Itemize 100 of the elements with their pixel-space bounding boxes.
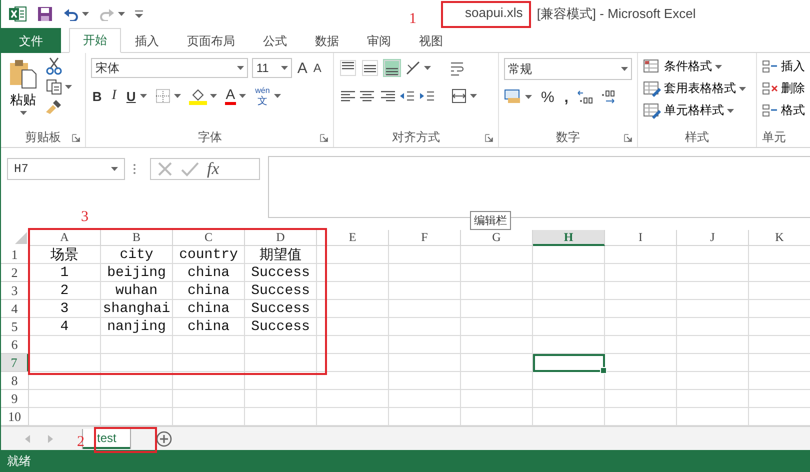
insert-function-button[interactable]: fx	[207, 159, 220, 179]
font-name-dropdown[interactable]: 宋体	[91, 58, 248, 78]
annotation-box	[94, 427, 157, 453]
column-header[interactable]: C	[173, 230, 245, 246]
scissors-icon[interactable]	[46, 57, 62, 75]
group-label: 字体	[198, 128, 222, 146]
column-header[interactable]: K	[749, 230, 810, 246]
copy-icon[interactable]	[46, 79, 62, 95]
undo-icon[interactable]	[63, 7, 79, 21]
styles-menu-button[interactable]: 单元格样式	[642, 101, 724, 120]
caret-icon	[620, 67, 628, 71]
orientation-icon[interactable]	[405, 60, 422, 76]
customize-icon[interactable]	[135, 10, 143, 18]
phonetic-button[interactable]: wén 文	[254, 85, 271, 107]
excel-logo-icon[interactable]	[9, 6, 27, 22]
percent-button[interactable]: %	[540, 88, 556, 106]
number-format-dropdown[interactable]: 常规	[504, 58, 632, 80]
bold-button[interactable]: B	[91, 88, 103, 104]
table-cell: 3	[29, 300, 101, 318]
ribbon-tab[interactable]: 开始	[69, 28, 121, 53]
table-cell	[461, 336, 533, 354]
selected-cell[interactable]	[533, 354, 605, 372]
dialog-launcher-icon[interactable]	[320, 134, 328, 142]
table-cell: city	[101, 246, 173, 264]
table-style-icon	[642, 58, 661, 74]
file-name: soapui.xls	[465, 5, 523, 22]
file-tab[interactable]: 文件	[1, 28, 61, 53]
format-painter-icon[interactable]	[46, 99, 62, 115]
styles-menu-button[interactable]: 套用表格格式	[642, 79, 736, 98]
add-sheet-icon[interactable]	[156, 430, 172, 446]
caret-icon	[210, 94, 217, 98]
ribbon-tab[interactable]: 审阅	[353, 28, 405, 53]
fill-handle[interactable]	[600, 367, 607, 374]
column-header[interactable]: I	[605, 230, 677, 246]
italic-button[interactable]: I	[110, 87, 118, 105]
currency-icon[interactable]	[504, 89, 522, 105]
row-header[interactable]: 9	[1, 390, 29, 408]
align-icon[interactable]	[379, 88, 396, 104]
column-header[interactable]: A	[29, 230, 101, 246]
vertical-align-button[interactable]	[383, 59, 402, 77]
name-box[interactable]: H7	[7, 158, 125, 180]
merge-cells-icon[interactable]	[451, 88, 468, 104]
column-header[interactable]: H	[533, 230, 605, 246]
caret-icon	[738, 86, 746, 90]
ribbon-tab[interactable]: 插入	[121, 28, 173, 53]
ribbon-tab[interactable]: 视图	[405, 28, 457, 53]
table-cell: Success	[245, 300, 317, 318]
table-cell	[101, 336, 173, 354]
cells-menu-button[interactable]: 删除	[762, 79, 805, 98]
vertical-align-button[interactable]	[361, 59, 380, 77]
dialog-launcher-icon[interactable]	[72, 134, 80, 142]
sheet-tab[interactable]: test	[83, 428, 130, 448]
paste-button[interactable]: 粘贴	[6, 57, 40, 127]
shrink-font-button[interactable]: A	[312, 60, 322, 76]
grow-font-button[interactable]: A	[296, 58, 308, 78]
ribbon-tab[interactable]: 数据	[301, 28, 353, 53]
column-header[interactable]: J	[677, 230, 749, 246]
underline-button[interactable]: U	[125, 88, 137, 104]
column-header[interactable]: E	[317, 230, 389, 246]
row-header[interactable]: 8	[1, 372, 29, 390]
ribbon-tab[interactable]: 公式	[249, 28, 301, 53]
ribbon-tab[interactable]: 页面布局	[173, 28, 249, 53]
table-cell: 期望值	[245, 246, 317, 264]
decrease-decimal-icon[interactable]	[601, 89, 618, 105]
align-icon[interactable]	[339, 88, 356, 104]
table-cell: 场景	[29, 246, 101, 264]
table-cell: china	[173, 282, 245, 300]
table-cell	[389, 246, 461, 264]
cells-menu-button[interactable]: 插入	[762, 57, 805, 76]
row-header[interactable]: 1	[1, 246, 29, 264]
table-cell	[245, 336, 317, 354]
table-cell	[317, 336, 389, 354]
column-header[interactable]: D	[245, 230, 317, 246]
font-color-button[interactable]: A	[224, 87, 236, 105]
increase-decimal-icon[interactable]	[577, 89, 594, 105]
cells-menu-button[interactable]: 格式	[762, 101, 805, 120]
column-header[interactable]: F	[389, 230, 461, 246]
wrap-text-icon[interactable]	[449, 60, 466, 76]
borders-icon[interactable]	[154, 88, 171, 104]
table-cell	[389, 372, 461, 390]
font-size-dropdown[interactable]: 11	[252, 58, 292, 78]
align-icon[interactable]	[359, 88, 376, 104]
table-cell: nanjing	[101, 318, 173, 336]
styles-menu-button[interactable]: 条件格式	[642, 57, 712, 76]
column-header[interactable]: B	[101, 230, 173, 246]
dialog-launcher-icon[interactable]	[484, 134, 493, 142]
dialog-launcher-icon[interactable]	[624, 134, 632, 142]
fill-color-icon[interactable]	[188, 88, 207, 104]
clipboard-icon	[8, 59, 38, 89]
table-cell: country	[173, 246, 245, 264]
window-title: [兼容模式] - Microsoft Excel	[536, 5, 696, 23]
row-header[interactable]: 10	[1, 408, 29, 426]
column-header[interactable]: G	[461, 230, 533, 246]
row-header[interactable]: 7	[1, 354, 29, 372]
table-cell: 2	[29, 282, 101, 300]
table-cell	[245, 354, 317, 372]
vertical-align-button[interactable]	[339, 59, 358, 77]
comma-button[interactable]: ,	[563, 88, 570, 106]
caret-icon	[20, 111, 26, 115]
save-icon[interactable]	[37, 6, 53, 22]
